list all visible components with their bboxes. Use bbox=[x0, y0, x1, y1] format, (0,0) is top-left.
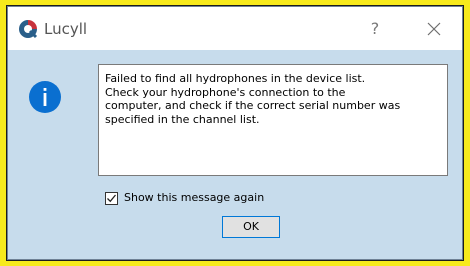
ok-button[interactable]: OK bbox=[222, 216, 280, 238]
message-text: Failed to find all hydrophones in the de… bbox=[98, 64, 448, 176]
show-message-again-checkbox-row[interactable]: Show this message again bbox=[105, 190, 264, 206]
window-title: Lucyll bbox=[44, 20, 88, 38]
checkmark-icon bbox=[107, 194, 117, 202]
highlight-frame: Lucyll ? Failed to find all hydrophones … bbox=[6, 5, 464, 261]
title-bar[interactable]: Lucyll ? bbox=[8, 7, 462, 50]
show-message-again-checkbox[interactable] bbox=[105, 191, 118, 205]
close-icon[interactable] bbox=[422, 18, 446, 40]
show-message-again-label[interactable]: Show this message again bbox=[124, 190, 264, 206]
lucyll-logo-icon bbox=[19, 20, 38, 39]
help-button[interactable]: ? bbox=[364, 18, 386, 40]
info-icon bbox=[29, 81, 61, 113]
dialog-window: Lucyll ? Failed to find all hydrophones … bbox=[7, 6, 463, 260]
